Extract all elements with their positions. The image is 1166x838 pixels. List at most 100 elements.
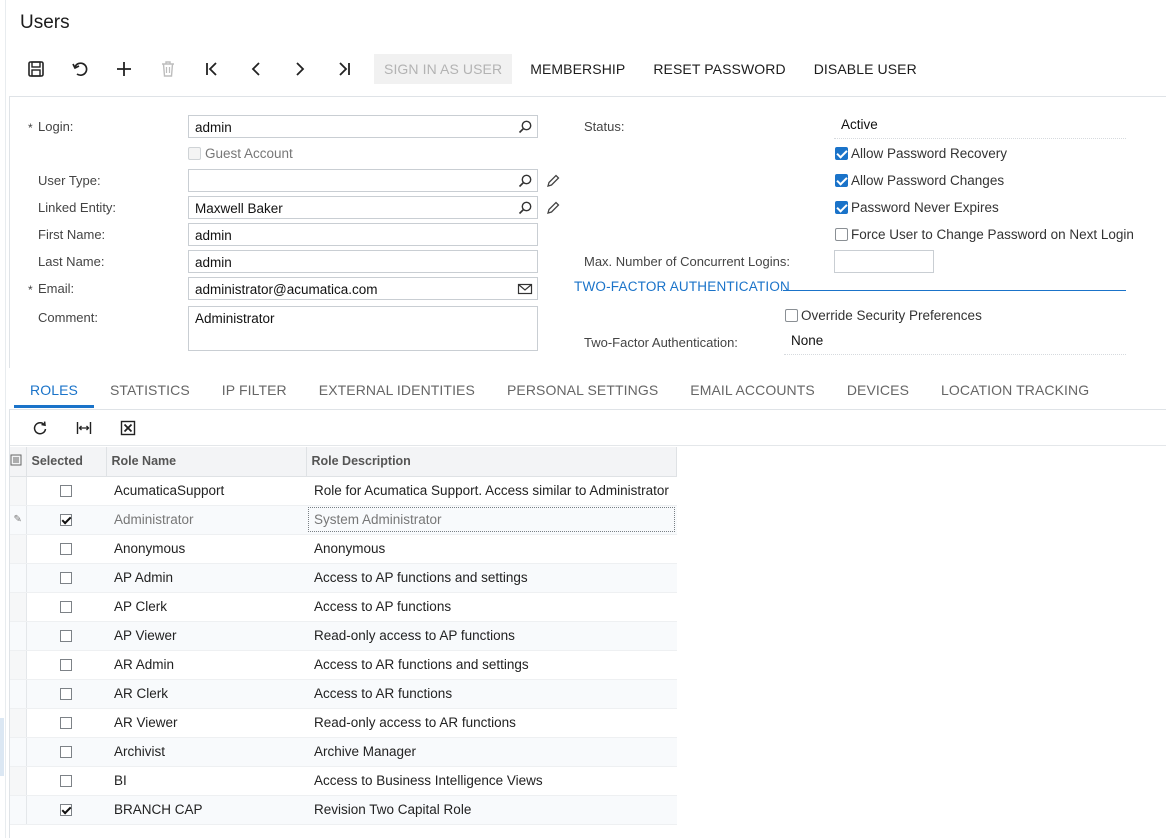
- tab-roles[interactable]: ROLES: [14, 376, 94, 408]
- role-name-cell[interactable]: BRANCH CAP: [106, 795, 306, 825]
- refresh-icon[interactable]: [18, 413, 62, 443]
- table-row[interactable]: BRANCH CAP Revision Two Capital Role: [10, 795, 677, 825]
- previous-record-icon[interactable]: [234, 54, 278, 84]
- table-row[interactable]: AR Clerk Access to AR functions: [10, 679, 677, 709]
- role-selected-checkbox[interactable]: [60, 601, 73, 614]
- table-row[interactable]: AP Viewer Read-only access to AP function…: [10, 621, 677, 651]
- tab-devices[interactable]: DEVICES: [831, 376, 925, 408]
- tab-statistics[interactable]: STATISTICS: [94, 376, 206, 408]
- add-icon[interactable]: [102, 54, 146, 84]
- search-icon[interactable]: [517, 200, 533, 216]
- table-row[interactable]: BI Access to Business Intelligence Views: [10, 766, 677, 796]
- row-indicator[interactable]: [10, 766, 27, 796]
- role-name-cell[interactable]: AcumaticaSupport: [106, 476, 306, 506]
- role-selected-checkbox[interactable]: [60, 572, 73, 585]
- allow-password-recovery-checkbox[interactable]: [835, 147, 848, 160]
- table-row[interactable]: ✎ Administrator System Administrator: [10, 505, 677, 535]
- column-header-role-description[interactable]: Role Description: [306, 447, 678, 477]
- role-description-cell[interactable]: Anonymous: [306, 534, 677, 564]
- row-indicator[interactable]: [10, 621, 27, 651]
- edit-pencil-icon[interactable]: [545, 173, 561, 189]
- disable-user-button[interactable]: DISABLE USER: [804, 54, 927, 84]
- row-indicator[interactable]: [10, 563, 27, 593]
- row-indicator[interactable]: [10, 708, 27, 738]
- reset-password-button[interactable]: RESET PASSWORD: [643, 54, 795, 84]
- row-indicator[interactable]: [10, 476, 27, 506]
- allow-password-changes-checkbox[interactable]: [835, 174, 848, 187]
- role-description-cell[interactable]: Revision Two Capital Role: [306, 795, 677, 825]
- tab-email-accounts[interactable]: EMAIL ACCOUNTS: [674, 376, 831, 408]
- table-row[interactable]: AP Admin Access to AP functions and setti…: [10, 563, 677, 593]
- role-name-cell[interactable]: AP Admin: [106, 563, 306, 593]
- role-selected-checkbox[interactable]: [60, 543, 73, 556]
- role-name-cell[interactable]: Administrator: [106, 505, 306, 535]
- role-name-cell[interactable]: BI: [106, 766, 306, 796]
- fit-columns-icon[interactable]: [62, 413, 106, 443]
- next-record-icon[interactable]: [278, 54, 322, 84]
- sign-in-as-user-button[interactable]: SIGN IN AS USER: [374, 54, 513, 84]
- role-selected-checkbox[interactable]: [60, 514, 73, 527]
- search-icon[interactable]: [517, 119, 533, 135]
- role-selected-checkbox[interactable]: [60, 630, 73, 643]
- role-description-cell[interactable]: System Administrator: [306, 505, 677, 535]
- tab-external-identities[interactable]: EXTERNAL IDENTITIES: [303, 376, 491, 408]
- user-type-field[interactable]: [188, 169, 538, 192]
- table-row[interactable]: Archivist Archive Manager: [10, 737, 677, 767]
- tab-personal-settings[interactable]: PERSONAL SETTINGS: [491, 376, 674, 408]
- role-name-cell[interactable]: AP Clerk: [106, 592, 306, 622]
- role-selected-checkbox[interactable]: [60, 746, 73, 759]
- tab-location-tracking[interactable]: LOCATION TRACKING: [925, 376, 1105, 408]
- role-description-cell[interactable]: Role for Acumatica Support. Access simil…: [306, 476, 677, 506]
- login-field[interactable]: admin: [188, 115, 538, 138]
- guest-account-checkbox[interactable]: [188, 147, 201, 160]
- password-never-expires-checkbox[interactable]: [835, 201, 848, 214]
- role-description-cell[interactable]: Read-only access to AP functions: [306, 621, 677, 651]
- role-description-cell[interactable]: Archive Manager: [306, 737, 677, 767]
- role-name-cell[interactable]: AP Viewer: [106, 621, 306, 651]
- table-row[interactable]: AP Clerk Access to AP functions: [10, 592, 677, 622]
- role-description-cell[interactable]: Read-only access to AR functions: [306, 708, 677, 738]
- export-excel-icon[interactable]: [106, 413, 150, 443]
- tab-ip-filter[interactable]: IP FILTER: [206, 376, 303, 408]
- linked-entity-field[interactable]: Maxwell Baker: [188, 196, 538, 219]
- table-row[interactable]: AR Viewer Read-only access to AR function…: [10, 708, 677, 738]
- role-selected-checkbox[interactable]: [60, 688, 73, 701]
- role-description-cell[interactable]: Access to AP functions: [306, 592, 677, 622]
- force-change-password-checkbox[interactable]: [835, 228, 848, 241]
- delete-icon[interactable]: [146, 54, 190, 84]
- role-name-cell[interactable]: AR Clerk: [106, 679, 306, 709]
- table-row[interactable]: AR Admin Access to AR functions and setti…: [10, 650, 677, 680]
- last-name-field[interactable]: admin: [188, 250, 538, 273]
- row-indicator[interactable]: [10, 650, 27, 680]
- comment-field[interactable]: Administrator: [188, 306, 538, 351]
- column-settings-icon[interactable]: [10, 454, 22, 466]
- undo-icon[interactable]: [58, 54, 102, 84]
- row-indicator[interactable]: [10, 592, 27, 622]
- row-indicator[interactable]: [10, 795, 27, 825]
- row-indicator[interactable]: [10, 737, 27, 767]
- override-security-checkbox[interactable]: [785, 309, 798, 322]
- role-description-cell[interactable]: Access to AR functions: [306, 679, 677, 709]
- role-description-cell[interactable]: Access to Business Intelligence Views: [306, 766, 677, 796]
- first-record-icon[interactable]: [190, 54, 234, 84]
- column-header-role-name[interactable]: Role Name: [106, 447, 307, 477]
- role-description-cell[interactable]: Access to AP functions and settings: [306, 563, 677, 593]
- max-concurrent-logins-field[interactable]: [834, 250, 934, 273]
- row-indicator[interactable]: [10, 679, 27, 709]
- edit-pencil-icon[interactable]: [545, 200, 561, 216]
- role-selected-checkbox[interactable]: [60, 775, 73, 788]
- role-name-cell[interactable]: Anonymous: [106, 534, 306, 564]
- role-description-cell[interactable]: Access to AR functions and settings: [306, 650, 677, 680]
- mail-icon[interactable]: [517, 281, 533, 297]
- role-selected-checkbox[interactable]: [60, 659, 73, 672]
- first-name-field[interactable]: admin: [188, 223, 538, 246]
- row-indicator[interactable]: [10, 534, 27, 564]
- row-indicator[interactable]: ✎: [10, 505, 27, 535]
- role-name-cell[interactable]: AR Admin: [106, 650, 306, 680]
- save-icon[interactable]: [14, 54, 58, 84]
- role-name-cell[interactable]: Archivist: [106, 737, 306, 767]
- table-row[interactable]: AcumaticaSupport Role for Acumatica Suppo…: [10, 476, 677, 506]
- role-selected-checkbox[interactable]: [60, 485, 73, 498]
- role-selected-checkbox[interactable]: [60, 804, 73, 817]
- table-row[interactable]: Anonymous Anonymous: [10, 534, 677, 564]
